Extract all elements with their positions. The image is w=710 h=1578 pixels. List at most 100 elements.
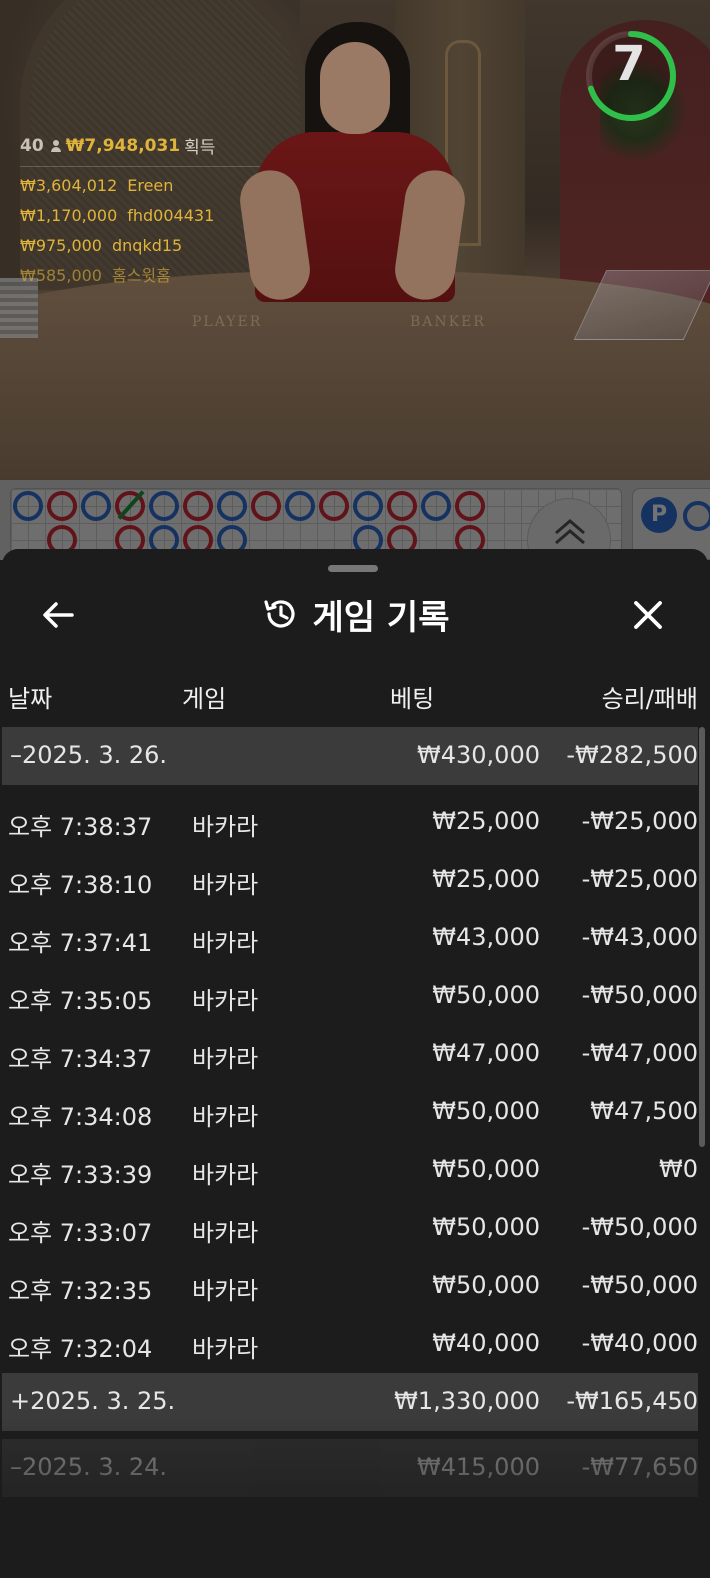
row-result: -₩50,000 — [581, 1271, 698, 1299]
history-column-headers: 날짜 게임 베팅 승리/패배 — [2, 679, 708, 715]
row-time: 오후 7:32:04 — [8, 1335, 153, 1363]
row-result: -₩47,000 — [581, 1039, 698, 1067]
winner-amount: ₩585,000 — [20, 266, 102, 285]
row-game: 바카라 — [192, 1219, 259, 1247]
history-row[interactable]: 오후 7:38:37 바카라 ₩25,000 -₩25,000 — [2, 793, 698, 851]
day-date-text: 2025. 3. 26. — [22, 741, 168, 769]
close-button[interactable] — [626, 593, 670, 637]
col-game: 게임 — [182, 685, 227, 713]
row-bet: ₩50,000 — [432, 1213, 540, 1241]
day-result-total: -₩165,450 — [566, 1387, 698, 1415]
row-game: 바카라 — [192, 1335, 259, 1363]
winners-total-label: 획득 — [184, 138, 216, 158]
row-bet: ₩50,000 — [432, 1271, 540, 1299]
row-result: -₩50,000 — [581, 1213, 698, 1241]
winner-amount: ₩1,170,000 — [20, 206, 118, 225]
history-row[interactable]: 오후 7:35:05 바카라 ₩50,000 -₩50,000 — [2, 967, 698, 1025]
winner-amount: ₩975,000 — [20, 236, 102, 255]
row-result: -₩25,000 — [581, 807, 698, 835]
day-group-row[interactable]: –2025. 3. 26. ₩430,000 -₩282,500 — [2, 727, 698, 785]
winner-name: 홈스윗홈 — [111, 266, 171, 285]
row-time: 오후 7:34:37 — [8, 1045, 153, 1073]
row-result: -₩50,000 — [581, 981, 698, 1009]
winner-count: 40 — [20, 135, 44, 156]
row-time: 오후 7:38:37 — [8, 813, 153, 841]
row-result: -₩43,000 — [581, 923, 698, 951]
history-scrollbar[interactable] — [699, 727, 705, 1147]
row-time: 오후 7:33:39 — [8, 1161, 153, 1189]
day-bet-total: ₩430,000 — [417, 741, 540, 769]
row-time: 오후 7:33:07 — [8, 1219, 153, 1247]
col-bet: 베팅 — [390, 685, 435, 713]
row-game: 바카라 — [192, 1277, 259, 1305]
day-bet-total: ₩1,330,000 — [394, 1387, 540, 1415]
back-button[interactable] — [36, 593, 80, 637]
row-game: 바카라 — [192, 1161, 259, 1189]
day-date-text: 2025. 3. 24. — [22, 1453, 168, 1481]
row-game: 바카라 — [192, 1103, 259, 1131]
winners-total: ₩7,948,031 — [65, 135, 181, 156]
row-game: 바카라 — [192, 929, 259, 957]
history-row[interactable]: 오후 7:33:07 바카라 ₩50,000 -₩50,000 — [2, 1199, 698, 1257]
row-bet: ₩25,000 — [432, 807, 540, 835]
day-group-row[interactable]: +2025. 3. 25. ₩1,330,000 -₩165,450 — [2, 1373, 698, 1431]
row-result: ₩47,500 — [590, 1097, 698, 1125]
row-game: 바카라 — [192, 871, 259, 899]
row-result: -₩25,000 — [581, 865, 698, 893]
sheet-title-group: 게임 기록 — [2, 579, 708, 649]
row-result: -₩40,000 — [581, 1329, 698, 1357]
winner-row: ₩975,000 dnqkd15 — [20, 231, 260, 261]
col-date: 날짜 — [8, 685, 53, 713]
winner-name: Ereen — [127, 176, 174, 195]
history-list: –2025. 3. 26. ₩430,000 -₩282,500 오후 7:38… — [2, 727, 698, 1497]
winner-row: ₩3,604,012 Ereen — [20, 171, 260, 201]
row-time: 오후 7:34:08 — [8, 1103, 153, 1131]
row-bet: ₩43,000 — [432, 923, 540, 951]
row-bet: ₩47,000 — [432, 1039, 540, 1067]
person-icon — [49, 139, 63, 153]
row-game: 바카라 — [192, 813, 259, 841]
sheet-header: 게임 기록 — [2, 579, 708, 649]
history-row[interactable]: 오후 7:38:10 바카라 ₩25,000 -₩25,000 — [2, 851, 698, 909]
row-time: 오후 7:37:41 — [8, 929, 153, 957]
history-row[interactable]: 오후 7:32:04 바카라 ₩40,000 -₩40,000 — [2, 1315, 698, 1373]
row-time: 오후 7:32:35 — [8, 1277, 153, 1305]
winner-name: dnqkd15 — [111, 236, 183, 255]
row-result: ₩0 — [659, 1155, 698, 1183]
history-row[interactable]: 오후 7:34:08 바카라 ₩50,000 ₩47,500 — [2, 1083, 698, 1141]
winner-row: ₩585,000 홈스윗홈 — [20, 261, 260, 291]
winner-row: ₩1,170,000 fhd004431 — [20, 201, 260, 231]
history-row[interactable]: 오후 7:33:39 바카라 ₩50,000 ₩0 — [2, 1141, 698, 1199]
history-row[interactable]: 오후 7:32:35 바카라 ₩50,000 -₩50,000 — [2, 1257, 698, 1315]
sheet-title: 게임 기록 — [312, 597, 450, 638]
live-video[interactable]: PLAYER BANKER 40 ₩7,948,031 획득 ₩3,604,01… — [0, 0, 710, 480]
game-history-sheet: 게임 기록 날짜 게임 베팅 승리/패배 –2025. 3. 26. ₩430,… — [2, 549, 708, 1578]
row-bet: ₩25,000 — [432, 865, 540, 893]
roadmap-strip[interactable]: P — [0, 480, 710, 582]
collapse-toggle: – — [10, 1453, 22, 1481]
row-bet: ₩50,000 — [432, 981, 540, 1009]
collapse-toggle: – — [10, 741, 22, 769]
day-group-row[interactable]: –2025. 3. 24. ₩415,000 -₩77,650 — [2, 1439, 698, 1497]
roadmap-shade — [0, 480, 710, 560]
row-game: 바카라 — [192, 987, 259, 1015]
history-row[interactable]: 오후 7:37:41 바카라 ₩43,000 -₩43,000 — [2, 909, 698, 967]
winners-header: 40 ₩7,948,031 획득 — [20, 133, 260, 167]
expand-toggle: + — [10, 1387, 31, 1415]
sheet-drag-handle[interactable] — [328, 565, 378, 572]
winners-list: 40 ₩7,948,031 획득 ₩3,604,012 Ereen ₩1,170,… — [20, 133, 260, 291]
history-icon — [263, 600, 295, 628]
day-date: –2025. 3. 24. — [10, 1453, 167, 1481]
winner-amount: ₩3,604,012 — [20, 176, 118, 195]
day-result-total: -₩282,500 — [566, 741, 698, 769]
close-icon — [634, 601, 662, 629]
history-row[interactable]: 오후 7:34:37 바카라 ₩47,000 -₩47,000 — [2, 1025, 698, 1083]
countdown-number: 7 — [612, 36, 646, 92]
day-result-total: -₩77,650 — [581, 1453, 698, 1481]
row-time: 오후 7:38:10 — [8, 871, 153, 899]
day-date: +2025. 3. 25. — [10, 1387, 175, 1415]
row-bet: ₩50,000 — [432, 1155, 540, 1183]
winner-name: fhd004431 — [127, 206, 215, 225]
